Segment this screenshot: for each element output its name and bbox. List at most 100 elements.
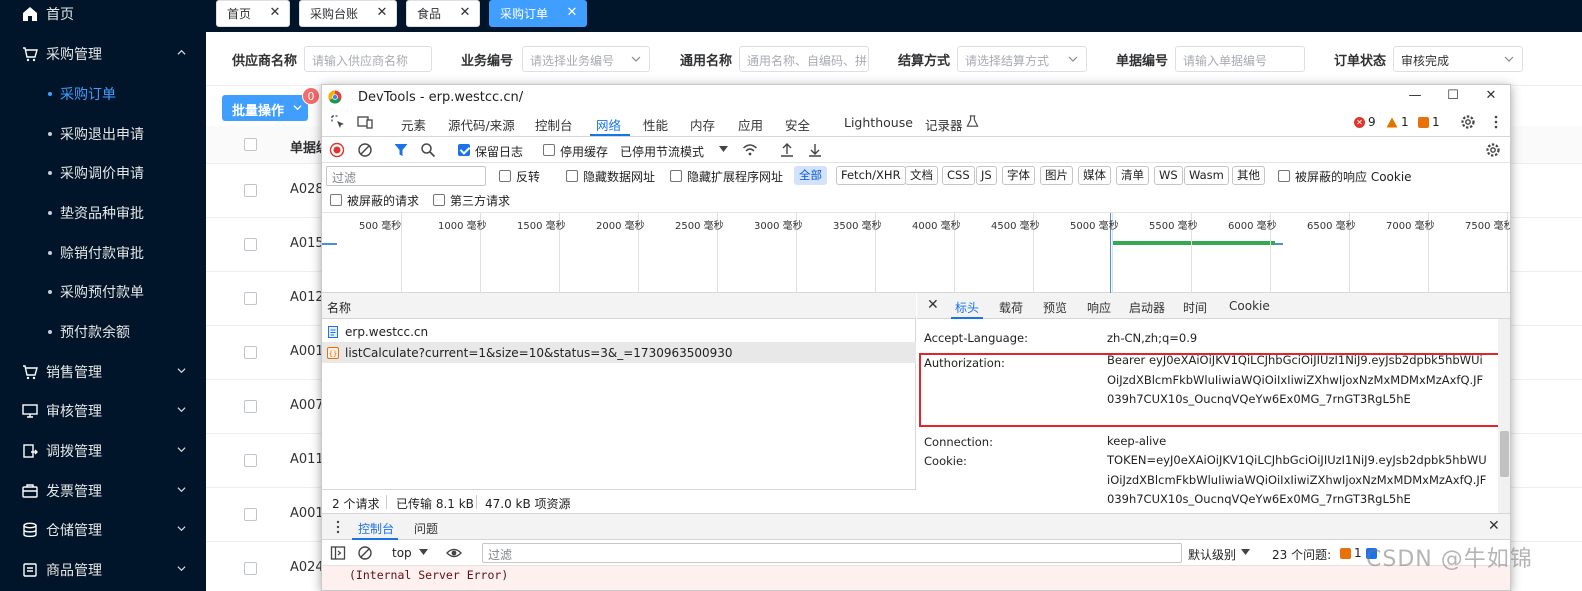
tab-response[interactable]: 响应 <box>1087 299 1111 316</box>
tab-payload[interactable]: 载荷 <box>999 299 1023 316</box>
type-filter-media[interactable]: 媒体 <box>1078 166 1111 185</box>
network-conditions-icon[interactable] <box>742 142 758 158</box>
row-checkbox[interactable] <box>244 508 257 521</box>
record-stop-icon[interactable] <box>329 142 345 158</box>
warning-counter[interactable]: 1 <box>1386 115 1409 129</box>
network-filter-input[interactable]: 过滤 <box>326 166 486 186</box>
third-party-checkbox[interactable] <box>433 194 445 206</box>
console-filter-input[interactable]: 过滤 <box>482 543 1182 563</box>
common-name-input[interactable]: 通用名称、自编码、拼 <box>739 46 869 72</box>
tab-timing[interactable]: 时间 <box>1183 299 1207 316</box>
tab-console[interactable]: 控制台 <box>535 115 573 134</box>
disable-cache-checkbox[interactable] <box>543 144 555 156</box>
close-icon[interactable]: ✕ <box>1484 89 1498 103</box>
tab-security[interactable]: 安全 <box>785 115 810 134</box>
issue-counter[interactable]: 1 <box>1418 115 1440 129</box>
device-toolbar-icon[interactable] <box>357 114 373 130</box>
tab-food[interactable]: 食品 ✕ <box>406 0 480 27</box>
tab-network[interactable]: 网络 <box>596 115 621 134</box>
tab-home[interactable]: 首页 ✕ <box>216 0 290 27</box>
drawer-tab-issues[interactable]: 问题 <box>414 520 438 537</box>
tab-application[interactable]: 应用 <box>738 115 763 134</box>
sidebar-subitem-return[interactable]: 采购退出申请 <box>0 114 206 154</box>
type-filter-ws[interactable]: WS <box>1154 166 1183 185</box>
minimize-icon[interactable]: — <box>1408 89 1422 103</box>
tab-initiator[interactable]: 启动器 <box>1129 299 1165 316</box>
sidebar-subitem-prepayment[interactable]: 采购预付款单 <box>0 272 206 312</box>
scrollbar[interactable] <box>1498 319 1510 513</box>
type-filter-js[interactable]: JS <box>976 166 997 185</box>
type-filter-font[interactable]: 字体 <box>1002 166 1035 185</box>
sidebar-subitem-prepay-balance[interactable]: 预付款余额 <box>0 312 206 352</box>
tab-headers[interactable]: 标头 <box>955 299 979 316</box>
maximize-icon[interactable]: ☐ <box>1446 89 1460 103</box>
inspect-element-icon[interactable] <box>330 114 346 130</box>
row-checkbox[interactable] <box>244 562 257 575</box>
clear-icon[interactable] <box>357 142 373 158</box>
scrollbar-thumb[interactable] <box>1500 431 1509 477</box>
more-vertical-icon[interactable] <box>334 519 350 535</box>
doc-no-input[interactable]: 请输入单据编号 <box>1175 46 1305 72</box>
preserve-log-checkbox[interactable] <box>458 144 470 156</box>
gear-icon[interactable] <box>1485 142 1501 158</box>
type-filter-xhr[interactable]: Fetch/XHR <box>836 166 906 185</box>
sidebar-item-warehouse[interactable]: 仓储管理 <box>0 510 206 550</box>
blocked-requests-checkbox[interactable] <box>330 194 342 206</box>
business-no-select[interactable]: 请选择业务编号 <box>522 46 650 72</box>
supplier-input[interactable]: 请输入供应商名称 <box>304 46 432 72</box>
sidebar-toggle-icon[interactable] <box>330 545 346 561</box>
sidebar-item-sales[interactable]: 销售管理 <box>0 352 206 392</box>
sidebar-item-home[interactable]: 首页 <box>0 0 206 34</box>
tab-memory[interactable]: 内存 <box>690 115 715 134</box>
clear-console-icon[interactable] <box>357 545 373 561</box>
row-checkbox[interactable] <box>244 400 257 413</box>
settle-select[interactable]: 请选择结算方式 <box>957 46 1087 72</box>
sidebar-subitem-advance-variety[interactable]: 垫资品种审批 <box>0 193 206 233</box>
sidebar-subitem-price-adjust[interactable]: 采购调价申请 <box>0 153 206 193</box>
tab-elements[interactable]: 元素 <box>401 115 426 134</box>
select-all-checkbox[interactable] <box>244 138 257 151</box>
close-icon[interactable]: ✕ <box>459 6 471 19</box>
log-level-select[interactable]: 默认级别 <box>1188 546 1236 563</box>
type-filter-manifest[interactable]: 清单 <box>1116 166 1149 185</box>
tab-purchase-ledger[interactable]: 采购台账 ✕ <box>299 0 397 27</box>
tab-recorder[interactable]: 记录器 <box>925 115 963 134</box>
tab-performance[interactable]: 性能 <box>643 115 668 134</box>
invert-checkbox[interactable] <box>499 170 511 182</box>
sidebar-item-transfer[interactable]: 调拨管理 <box>0 431 206 471</box>
close-icon[interactable]: ✕ <box>1488 518 1500 534</box>
close-icon[interactable]: ✕ <box>566 6 578 19</box>
tab-purchase-order[interactable]: 采购订单 ✕ <box>489 0 587 27</box>
blocked-cookies-checkbox[interactable] <box>1278 170 1290 182</box>
row-checkbox[interactable] <box>244 346 257 359</box>
throttle-select[interactable]: 已停用节流模式 <box>620 143 704 160</box>
sidebar-subitem-purchase-order[interactable]: 采购订单 <box>0 74 206 114</box>
drawer-tab-console[interactable]: 控制台 <box>358 520 394 537</box>
row-checkbox[interactable] <box>244 292 257 305</box>
tab-lighthouse[interactable]: Lighthouse <box>844 115 913 130</box>
network-timeline[interactable]: 500 毫秒 1000 毫秒 1500 毫秒 2000 毫秒 2500 毫秒 3000 毫… <box>322 213 1510 293</box>
row-checkbox[interactable] <box>244 184 257 197</box>
type-filter-all[interactable]: 全部 <box>794 166 827 185</box>
type-filter-img[interactable]: 图片 <box>1040 166 1073 185</box>
type-filter-other[interactable]: 其他 <box>1232 166 1265 185</box>
type-filter-css[interactable]: CSS <box>942 166 975 185</box>
close-icon[interactable]: ✕ <box>376 6 388 19</box>
context-select[interactable]: top <box>392 546 412 560</box>
order-status-select[interactable]: 审核完成 <box>1393 46 1523 72</box>
tab-preview[interactable]: 预览 <box>1043 299 1067 316</box>
sidebar-item-invoice[interactable]: 发票管理 <box>0 471 206 511</box>
close-icon[interactable]: ✕ <box>269 6 281 19</box>
batch-operation-button[interactable]: 批量操作 <box>222 95 308 121</box>
hide-data-urls-checkbox[interactable] <box>566 170 578 182</box>
type-filter-doc[interactable]: 文档 <box>905 166 938 185</box>
row-checkbox[interactable] <box>244 238 257 251</box>
more-vertical-icon[interactable] <box>1488 114 1504 130</box>
row-checkbox[interactable] <box>244 454 257 467</box>
eye-icon[interactable] <box>446 545 462 561</box>
request-row-selected[interactable]: {} listCalculate?current=1&size=10&statu… <box>322 342 916 363</box>
sidebar-item-purchase[interactable]: 采购管理 <box>0 34 206 74</box>
error-counter[interactable]: ✕ 9 <box>1354 115 1376 129</box>
filter-icon[interactable] <box>393 142 409 158</box>
request-row[interactable]: erp.westcc.cn <box>322 321 916 342</box>
